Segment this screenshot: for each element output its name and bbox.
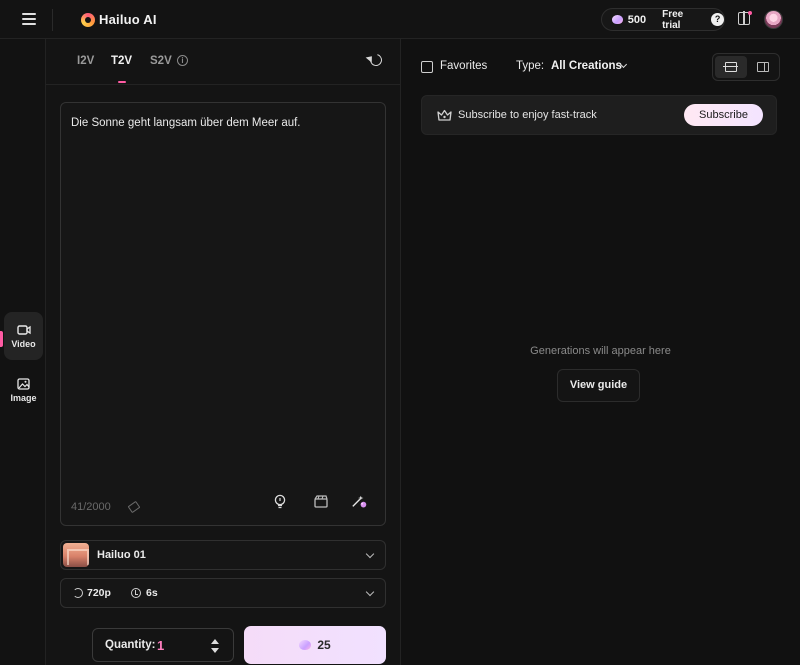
sidebar-item-image[interactable]: Image xyxy=(4,366,43,414)
resolution-icon xyxy=(73,588,83,598)
model-name: Hailuo 01 xyxy=(97,549,146,561)
logo[interactable]: Hailuo AI xyxy=(81,12,157,27)
credit-gem-icon xyxy=(299,640,312,650)
favorites-label[interactable]: Favorites xyxy=(440,60,487,72)
subscribe-button[interactable]: Subscribe xyxy=(684,104,763,126)
logo-text: Hailuo AI xyxy=(99,12,157,27)
resolution-value: 720p xyxy=(87,587,111,599)
prompt-text[interactable]: Die Sonne geht langsam über dem Meer auf… xyxy=(71,117,301,129)
increment-icon[interactable] xyxy=(211,639,219,644)
model-select[interactable]: Hailuo 01 xyxy=(60,540,386,570)
list-view-button[interactable] xyxy=(715,56,747,78)
tab-t2v[interactable]: T2V xyxy=(111,55,132,67)
view-guide-button[interactable]: View guide xyxy=(557,369,640,402)
create-panel: I2V T2V S2V i Die Sonne geht langsam übe… xyxy=(46,39,401,665)
sidebar: Video Image xyxy=(0,39,46,665)
detail-view-icon xyxy=(757,62,769,72)
type-filter-label: Type: xyxy=(516,60,545,72)
credits-pill[interactable]: 500 Free trial ? xyxy=(601,8,725,31)
info-icon[interactable]: i xyxy=(177,55,188,66)
quantity-value: 1 xyxy=(157,638,165,653)
idea-bulb-icon[interactable] xyxy=(272,493,288,509)
char-count: 41/2000 xyxy=(71,501,111,513)
notification-dot xyxy=(748,11,752,15)
prompt-textarea[interactable]: Die Sonne geht langsam über dem Meer auf… xyxy=(60,102,386,526)
menu-icon[interactable] xyxy=(22,13,36,25)
results-panel: Favorites Type: All Creations Subscribe … xyxy=(401,39,800,665)
free-trial-link[interactable]: Free trial xyxy=(662,9,703,31)
active-indicator xyxy=(0,331,3,347)
view-toggle xyxy=(712,53,780,81)
clock-icon xyxy=(131,588,141,598)
chevron-down-icon xyxy=(365,549,375,559)
decrement-icon[interactable] xyxy=(211,648,219,653)
model-thumbnail xyxy=(63,543,89,567)
generate-cost: 25 xyxy=(317,638,331,652)
sidebar-item-label: Image xyxy=(10,392,37,403)
tab-s2v[interactable]: S2V xyxy=(150,55,172,67)
active-tab-indicator xyxy=(118,81,126,83)
generate-button[interactable]: 25 xyxy=(244,626,386,664)
avatar[interactable] xyxy=(764,10,783,29)
clapperboard-icon[interactable] xyxy=(313,493,329,509)
sidebar-item-video[interactable]: Video xyxy=(4,312,43,360)
chevron-down-icon xyxy=(365,587,375,597)
credits-count: 500 xyxy=(627,13,647,26)
settings-select[interactable]: 720p 6s xyxy=(60,578,386,608)
clear-icon[interactable] xyxy=(127,500,141,514)
list-view-icon xyxy=(723,62,738,72)
empty-state-text: Generations will appear here xyxy=(530,345,671,357)
quantity-stepper[interactable]: Quantity: 1 xyxy=(92,628,234,662)
quantity-label: Quantity: xyxy=(105,639,156,651)
magic-enhance-icon[interactable] xyxy=(351,493,367,509)
crown-icon xyxy=(437,109,452,121)
divider xyxy=(52,9,53,31)
logo-mark-icon xyxy=(81,12,95,27)
reset-icon[interactable] xyxy=(367,51,385,69)
subscribe-banner-text: Subscribe to enjoy fast-track xyxy=(458,109,597,121)
help-icon[interactable]: ? xyxy=(711,13,724,26)
type-filter-dropdown[interactable]: All Creations xyxy=(551,60,622,72)
favorites-checkbox[interactable] xyxy=(421,61,433,73)
credit-gem-icon xyxy=(612,15,623,24)
sidebar-item-label: Video xyxy=(11,338,36,349)
image-icon xyxy=(17,377,30,390)
divider xyxy=(46,84,401,85)
detail-view-button[interactable] xyxy=(747,56,779,78)
video-icon xyxy=(16,324,31,335)
tab-i2v[interactable]: I2V xyxy=(77,55,94,67)
top-bar: Hailuo AI 500 Free trial ? xyxy=(0,0,800,39)
duration-value: 6s xyxy=(146,587,158,599)
subscribe-banner: Subscribe to enjoy fast-track Subscribe xyxy=(421,95,777,135)
